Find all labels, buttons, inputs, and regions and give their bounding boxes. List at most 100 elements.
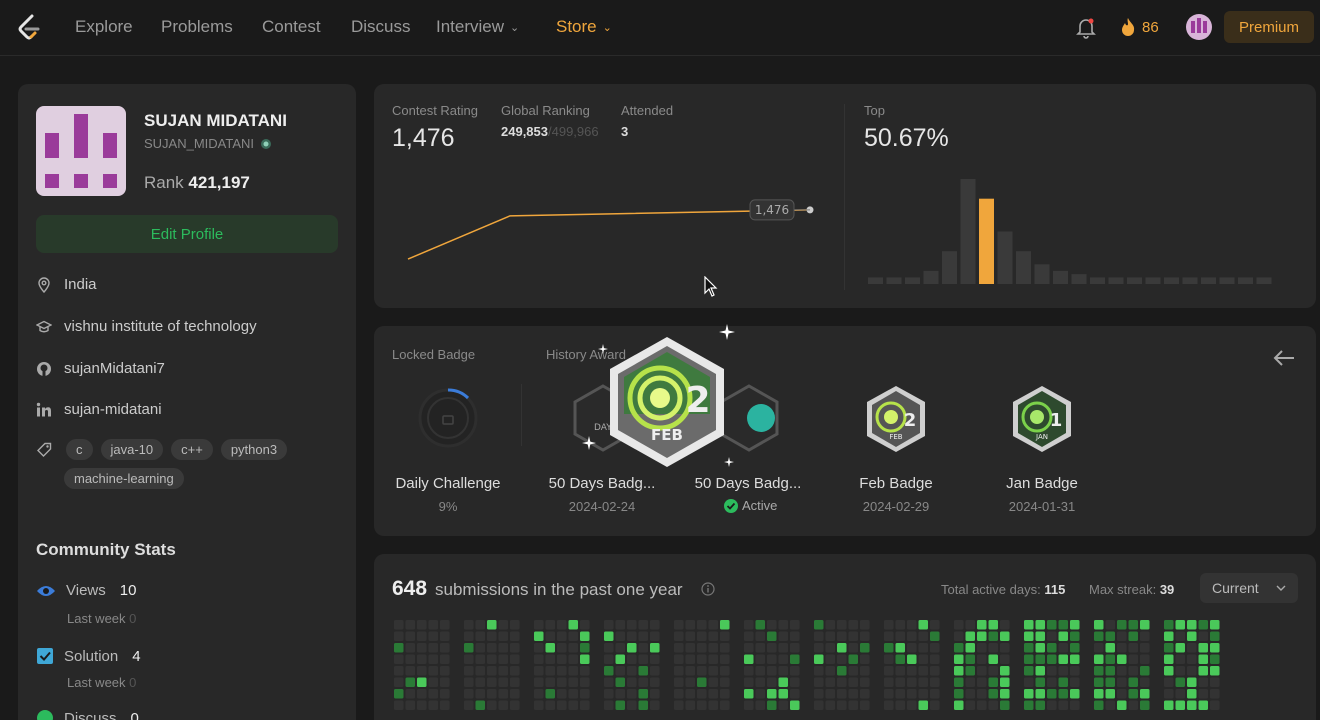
rating-distribution-histogram[interactable]: [864, 174, 1296, 286]
heatmap-cell: [394, 631, 404, 641]
heatmap-cell: [697, 677, 707, 687]
heatmap-cell: [1140, 666, 1150, 676]
badge-4-date: 2024-01-31: [1008, 499, 1076, 514]
heatmap-cell: [918, 631, 928, 641]
heatmap-cell: [650, 620, 660, 630]
period-select[interactable]: Current: [1200, 573, 1298, 603]
heatmap-cell: [1024, 643, 1034, 653]
heatmap-cell: [534, 700, 544, 710]
heatmap-cell: [487, 689, 497, 699]
premium-button[interactable]: Premium: [1224, 11, 1314, 43]
skill-tag[interactable]: c++: [171, 439, 213, 460]
linkedin-row[interactable]: sujan-midatani: [36, 401, 162, 418]
heatmap-cell: [568, 677, 578, 687]
heatmap-cell: [895, 643, 905, 653]
locked-badge-label: Locked Badge: [392, 347, 476, 362]
heatmap-cell: [417, 677, 427, 687]
nav-item-explore[interactable]: Explore: [75, 17, 133, 37]
heatmap-cell: [650, 677, 660, 687]
daily-challenge-locked-badge[interactable]: [416, 386, 480, 450]
featured-feb-badge[interactable]: 2 FEB: [602, 334, 732, 470]
heatmap-cell: [988, 677, 998, 687]
profile-avatar: [36, 106, 126, 196]
heatmap-cell: [1117, 654, 1127, 664]
heatmap-cell: [1105, 654, 1115, 664]
heatmap-cell: [860, 631, 870, 641]
heatmap-cell: [464, 631, 474, 641]
edit-profile-button[interactable]: Edit Profile: [36, 215, 338, 253]
leetcode-logo-icon[interactable]: [16, 14, 42, 42]
heatmap-cell: [965, 631, 975, 641]
heatmap-cell: [1058, 643, 1068, 653]
heatmap-cell: [650, 643, 660, 653]
heatmap-cell: [1128, 620, 1138, 630]
heatmap-cell: [604, 654, 614, 664]
heatmap-cell: [685, 666, 695, 676]
streak-counter[interactable]: 86: [1120, 17, 1159, 37]
github-row[interactable]: sujanMidatani7: [36, 360, 165, 377]
daily-challenge-name: Daily Challenge: [395, 475, 501, 492]
heatmap-cell: [930, 620, 940, 630]
heatmap-cell: [498, 677, 508, 687]
heatmap-cell: [1000, 643, 1010, 653]
heatmap-cell: [650, 700, 660, 710]
nav-item-interview[interactable]: Interview ⌄: [436, 17, 519, 37]
heatmap-cell: [1210, 620, 1220, 630]
featured-badge-month: FEB: [651, 426, 683, 444]
heatmap-cell: [965, 654, 975, 664]
heatmap-cell: [545, 643, 555, 653]
heatmap-cell: [954, 631, 964, 641]
badge-2-status: Active: [724, 498, 777, 513]
heatmap-cell: [1105, 700, 1115, 710]
heatmap-cell: [988, 620, 998, 630]
heatmap-cell: [848, 700, 858, 710]
heatmap-cell: [405, 689, 415, 699]
heatmap-cell: [638, 700, 648, 710]
back-arrow-icon[interactable]: [1272, 348, 1296, 368]
heatmap-cell: [988, 689, 998, 699]
notification-bell-icon[interactable]: [1076, 17, 1096, 39]
heatmap-cell: [977, 700, 987, 710]
heatmap-cell: [1094, 643, 1104, 653]
heatmap-cell: [1058, 620, 1068, 630]
heatmap-cell: [814, 654, 824, 664]
heatmap-cell: [475, 643, 485, 653]
heatmap-cell: [1140, 643, 1150, 653]
feb-badge-icon[interactable]: 2 FEB: [864, 384, 928, 454]
heatmap-cell: [440, 643, 450, 653]
info-icon[interactable]: [701, 582, 715, 596]
skill-tag[interactable]: c: [66, 439, 93, 460]
heatmap-cell: [895, 677, 905, 687]
skill-tag[interactable]: python3: [220, 439, 288, 460]
heatmap-cell: [837, 700, 847, 710]
rating-line-chart[interactable]: 1,476: [392, 172, 832, 284]
histogram-bar: [1256, 277, 1272, 284]
heatmap-cell: [1094, 666, 1104, 676]
nav-item-problems[interactable]: Problems: [161, 17, 233, 37]
jan-badge-icon[interactable]: 1 JAN: [1010, 384, 1074, 454]
heatmap-cell: [1164, 700, 1174, 710]
heatmap-cell: [1000, 654, 1010, 664]
heatmap-cell: [918, 666, 928, 676]
nav-item-discuss[interactable]: Discuss: [351, 17, 411, 37]
heatmap-cell: [1198, 643, 1208, 653]
heatmap-cell: [1187, 666, 1197, 676]
heatmap-cell: [685, 620, 695, 630]
skill-tag[interactable]: machine-learning: [64, 468, 184, 489]
heatmap-cell: [498, 700, 508, 710]
heatmap-cell: [744, 666, 754, 676]
heatmap-cell: [954, 677, 964, 687]
heatmap-cell: [790, 677, 800, 687]
heatmap-cell: [615, 654, 625, 664]
skill-tag[interactable]: java-10: [100, 439, 164, 460]
nav-item-contest[interactable]: Contest: [262, 17, 321, 37]
heatmap-cell: [557, 677, 567, 687]
heatmap-cell: [755, 677, 765, 687]
nav-item-store[interactable]: Store ⌄: [556, 17, 612, 37]
heatmap-cell: [1175, 620, 1185, 630]
heatmap-cell: [744, 689, 754, 699]
heatmap-cell: [1164, 643, 1174, 653]
heatmap-cell: [860, 620, 870, 630]
user-avatar-menu[interactable]: [1186, 14, 1212, 40]
heatmap-cell: [394, 643, 404, 653]
